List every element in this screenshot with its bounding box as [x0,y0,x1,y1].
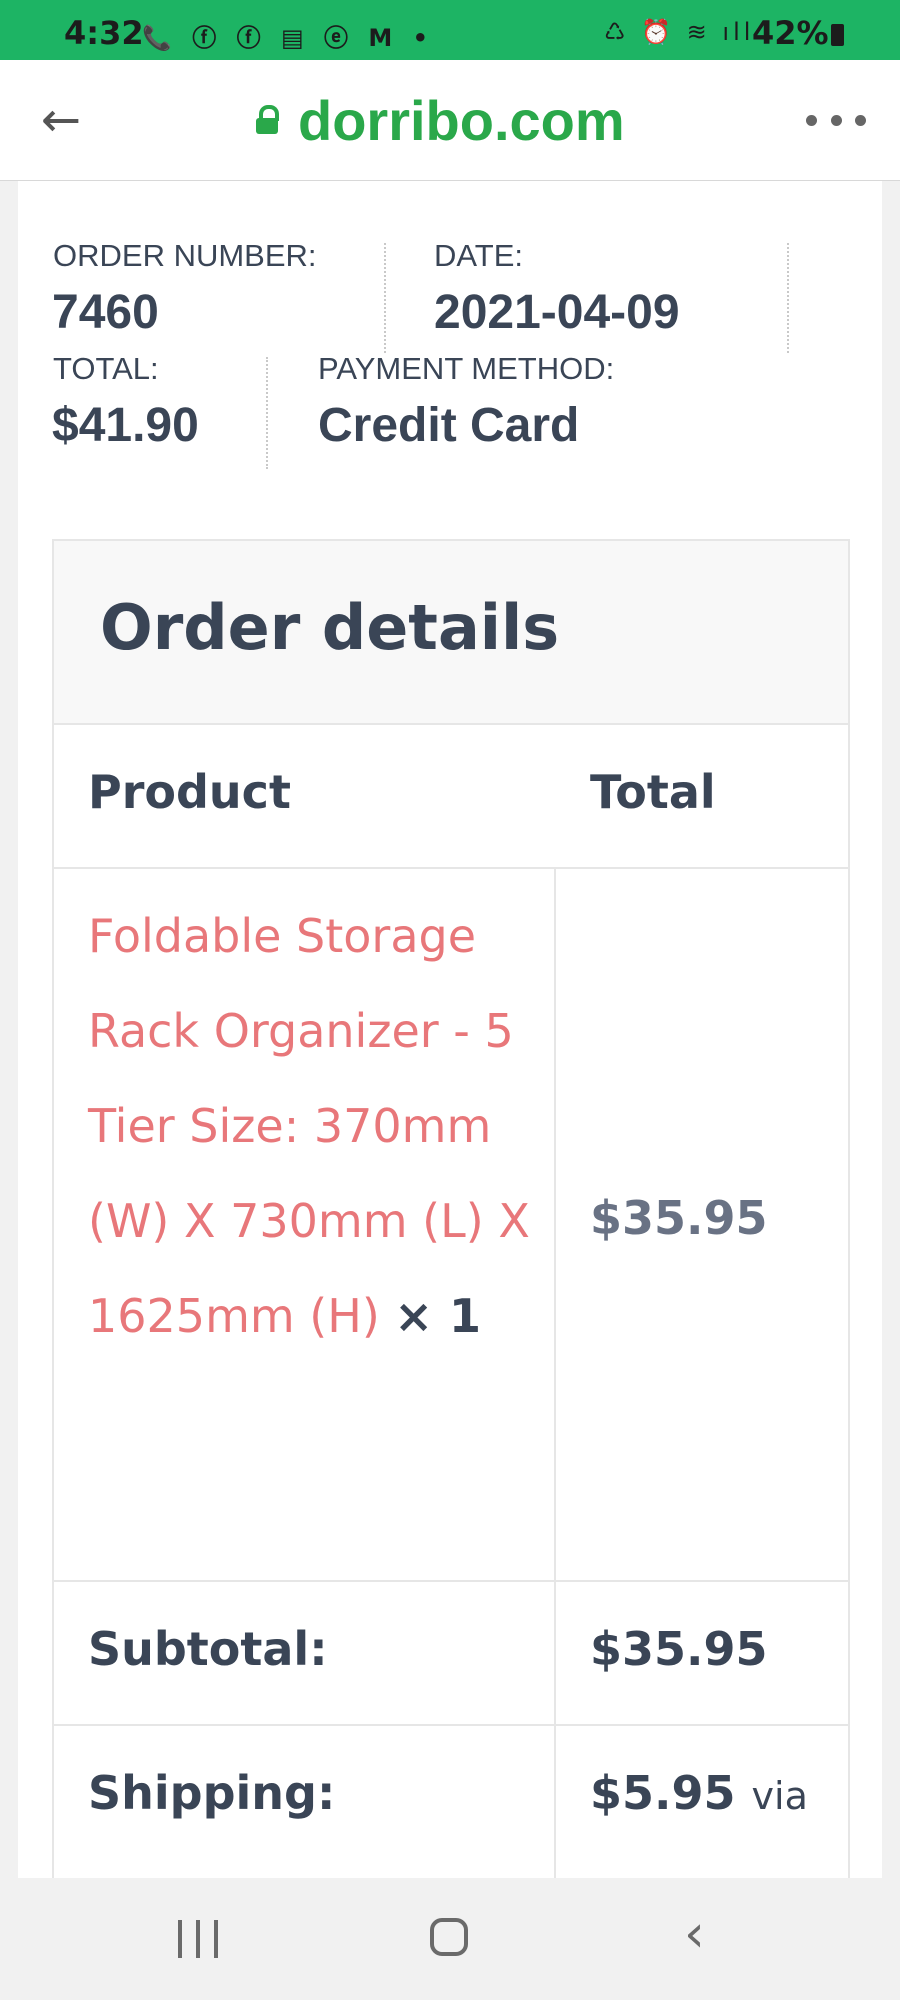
browser-toolbar: ← dorribo.com [0,60,900,181]
payment-method-value: Credit Card [318,399,580,452]
status-time: 4:32 [64,14,144,52]
shipping-row: Shipping: $5.95 via [54,1726,848,1878]
total-label: TOTAL: [53,351,159,386]
battery-level: 42% [752,14,844,52]
product-link[interactable]: Foldable Storage Rack Organizer - 5 Tier… [88,909,530,1343]
shipping-via: via [751,1774,808,1818]
battery-icon [830,24,844,46]
column-header-product: Product [88,765,291,819]
back-arrow-icon[interactable]: ← [34,90,88,150]
column-header-total: Total [590,765,716,819]
divider [384,243,386,353]
product-total: $35.95 [590,1191,768,1245]
page-content: ORDER NUMBER: 7460 DATE: 2021-04-09 TOTA… [18,181,882,1878]
lock-icon [256,105,279,135]
table-row: Foldable Storage Rack Organizer - 5 Tier… [54,869,848,1582]
order-details-table: Order details Product Total Foldable Sto… [52,539,850,1878]
notification-icons: 📞 ⓕ ⓕ ▤ ⓔ M • [142,24,434,52]
recent-apps-icon[interactable] [178,1920,218,1958]
shipping-label: Shipping: [88,1766,336,1820]
subtotal-value: $35.95 [590,1622,768,1676]
product-cell-content: Foldable Storage Rack Organizer - 5 Tier… [88,889,538,1364]
battery-percent: 42% [752,14,829,52]
payment-method-label: PAYMENT METHOD: [318,351,615,386]
subtotal-label: Subtotal: [88,1622,328,1676]
product-cell: Foldable Storage Rack Organizer - 5 Tier… [54,869,556,1580]
back-chevron-icon[interactable]: ‹ [684,1908,705,1960]
shipping-value: $5.95 via [590,1766,808,1820]
divider [266,357,268,469]
subtotal-row: Subtotal: $35.95 [54,1582,848,1726]
total-value: $41.90 [52,399,199,452]
order-number-value: 7460 [52,286,159,339]
product-quantity: × 1 [394,1289,481,1343]
more-menu-icon[interactable] [806,90,866,150]
date-label: DATE: [434,238,523,273]
system-status-icons: ♺ ⏰ ≋ ıll [604,18,755,46]
order-details-header: Order details [54,541,848,725]
order-details-title: Order details [100,591,560,664]
url-text: dorribo.com [298,88,625,152]
divider [787,243,789,353]
status-bar: 4:32 📞 ⓕ ⓕ ▤ ⓔ M • ♺ ⏰ ≋ ıll 42% [0,0,900,60]
order-number-label: ORDER NUMBER: [53,238,317,273]
address-bar[interactable]: dorribo.com [256,88,625,152]
home-icon[interactable] [430,1918,468,1956]
shipping-amount: $5.95 [590,1766,736,1820]
system-navigation-bar: ‹ [0,1878,900,2000]
date-value: 2021-04-09 [434,286,680,339]
table-header-row: Product Total [54,725,848,869]
